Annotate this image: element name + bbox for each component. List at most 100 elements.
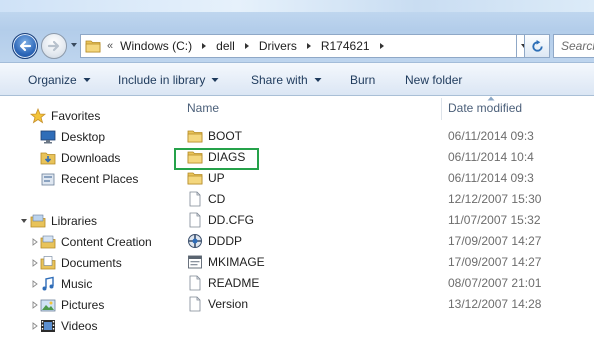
address-bar[interactable]: « Windows (C:) dell Drivers R174621 <box>80 34 517 58</box>
executable-icon <box>188 234 202 248</box>
nav-item-videos[interactable]: Videos <box>40 316 97 336</box>
star-icon <box>30 108 46 124</box>
back-arrow-icon <box>19 40 32 52</box>
share-with-label: Share with <box>251 73 308 87</box>
new-folder-button[interactable]: New folder <box>405 73 462 87</box>
nav-item-content-creation[interactable]: Content Creation <box>40 232 152 252</box>
nav-item-desktop[interactable]: Desktop <box>40 127 105 147</box>
file-name: DDDP <box>208 234 243 248</box>
videos-library-icon <box>41 320 55 332</box>
breadcrumb-r174621[interactable]: R174621 <box>318 39 373 53</box>
breadcrumb-dell[interactable]: dell <box>213 39 238 53</box>
chevron-down-icon <box>314 78 322 82</box>
file-name: BOOT <box>208 129 243 143</box>
documents-library-icon <box>40 256 56 270</box>
file-name: MKIMAGE <box>208 255 265 269</box>
nav-favorites-label: Favorites <box>51 109 101 123</box>
file-date: 13/12/2007 14:28 <box>448 297 542 311</box>
breadcrumb-overflow-icon[interactable]: « <box>107 40 113 52</box>
back-button[interactable] <box>12 33 38 59</box>
file-row-version[interactable]: Version 13/12/2007 14:28 <box>176 294 594 315</box>
expand-arrow-icon[interactable] <box>31 322 39 330</box>
file-name: DD.CFG <box>208 213 254 227</box>
file-row-mkimage[interactable]: MKIMAGE 17/09/2007 14:27 <box>176 252 594 273</box>
pane-splitter[interactable] <box>168 96 176 343</box>
nav-item-pictures[interactable]: Pictures <box>40 295 104 315</box>
file-name: README <box>208 276 260 290</box>
search-placeholder: Search <box>561 39 594 53</box>
breadcrumb-chevron-icon[interactable] <box>378 42 386 50</box>
chevron-down-icon <box>211 78 219 82</box>
forward-button[interactable] <box>41 33 67 59</box>
include-in-library-label: Include in library <box>118 73 206 87</box>
folder-icon <box>187 130 203 143</box>
search-input[interactable]: Search <box>553 34 594 58</box>
nav-item-label: Documents <box>61 256 122 270</box>
file-row-dd-cfg[interactable]: DD.CFG 11/07/2007 15:32 <box>176 210 594 231</box>
share-with-button[interactable]: Share with <box>251 73 322 87</box>
batch-file-icon <box>188 255 202 269</box>
nav-item-downloads[interactable]: Downloads <box>40 148 120 168</box>
file-name: CD <box>208 192 226 206</box>
expand-arrow-icon[interactable] <box>31 280 39 288</box>
folder-icon <box>85 40 101 53</box>
desktop-icon <box>40 130 56 144</box>
downloads-folder-icon <box>40 152 56 165</box>
nav-item-label: Desktop <box>61 130 106 144</box>
column-header-name[interactable]: Name <box>187 96 219 120</box>
breadcrumb-windows-c[interactable]: Windows (C:) <box>117 39 195 53</box>
breadcrumb-chevron-icon[interactable] <box>243 42 251 50</box>
breadcrumb-chevron-icon[interactable] <box>200 42 208 50</box>
expand-arrow-icon[interactable] <box>31 238 39 246</box>
nav-item-music[interactable]: Music <box>40 274 92 294</box>
file-date: 12/12/2007 15:30 <box>448 192 542 206</box>
nav-item-label: Music <box>61 277 93 291</box>
file-date: 06/11/2014 09:3 <box>448 171 534 185</box>
file-row-readme[interactable]: README 08/07/2007 21:01 <box>176 273 594 294</box>
collapse-libraries-icon[interactable] <box>20 217 28 225</box>
nav-favorites[interactable]: Favorites <box>30 106 100 126</box>
nav-item-label: Recent Places <box>61 172 139 186</box>
nav-item-label: Pictures <box>61 298 105 312</box>
pictures-library-icon <box>40 299 56 312</box>
title-bar-glow <box>0 0 594 12</box>
file-row-up[interactable]: UP 06/11/2014 09:3 <box>176 168 594 189</box>
column-header-name-label: Name <box>187 101 220 115</box>
file-name: Version <box>208 297 249 311</box>
file-list-pane: Name Date modified BOOT 06/11/2014 09:3 … <box>176 96 594 343</box>
burn-button[interactable]: Burn <box>350 73 375 87</box>
column-header-date-modified[interactable]: Date modified <box>448 96 522 120</box>
nav-item-label: Content Creation <box>61 235 152 249</box>
organize-button[interactable]: Organize <box>28 73 91 87</box>
file-row-boot[interactable]: BOOT 06/11/2014 09:3 <box>176 126 594 147</box>
refresh-button[interactable] <box>524 34 550 58</box>
expand-arrow-icon[interactable] <box>31 259 39 267</box>
file-icon <box>189 296 201 312</box>
expand-arrow-icon[interactable] <box>31 301 39 309</box>
file-date: 17/09/2007 14:27 <box>448 255 542 269</box>
include-in-library-button[interactable]: Include in library <box>118 73 219 87</box>
file-row-dddp[interactable]: DDDP 17/09/2007 14:27 <box>176 231 594 252</box>
nav-libraries-label: Libraries <box>51 214 98 228</box>
burn-label: Burn <box>350 73 376 87</box>
breadcrumb-drivers[interactable]: Drivers <box>256 39 300 53</box>
chevron-down-icon <box>83 78 91 82</box>
folder-icon <box>187 172 203 185</box>
refresh-icon <box>531 39 543 52</box>
file-row-cd[interactable]: CD 12/12/2007 15:30 <box>176 189 594 210</box>
file-date: 06/11/2014 10:4 <box>448 150 534 164</box>
recent-pages-dropdown-icon[interactable] <box>70 41 78 49</box>
breadcrumb-chevron-icon[interactable] <box>305 42 313 50</box>
diags-highlight-box <box>174 148 259 170</box>
library-icon <box>40 235 56 249</box>
forward-arrow-icon <box>47 40 60 52</box>
nav-item-recent-places[interactable]: Recent Places <box>40 169 138 189</box>
file-icon <box>189 212 201 228</box>
nav-libraries[interactable]: Libraries <box>30 211 97 231</box>
column-divider[interactable] <box>441 98 442 120</box>
nav-item-label: Videos <box>61 319 98 333</box>
file-date: 06/11/2014 09:3 <box>448 129 534 143</box>
nav-item-documents[interactable]: Documents <box>40 253 122 273</box>
organize-label: Organize <box>28 73 77 87</box>
file-date: 17/09/2007 14:27 <box>448 234 542 248</box>
